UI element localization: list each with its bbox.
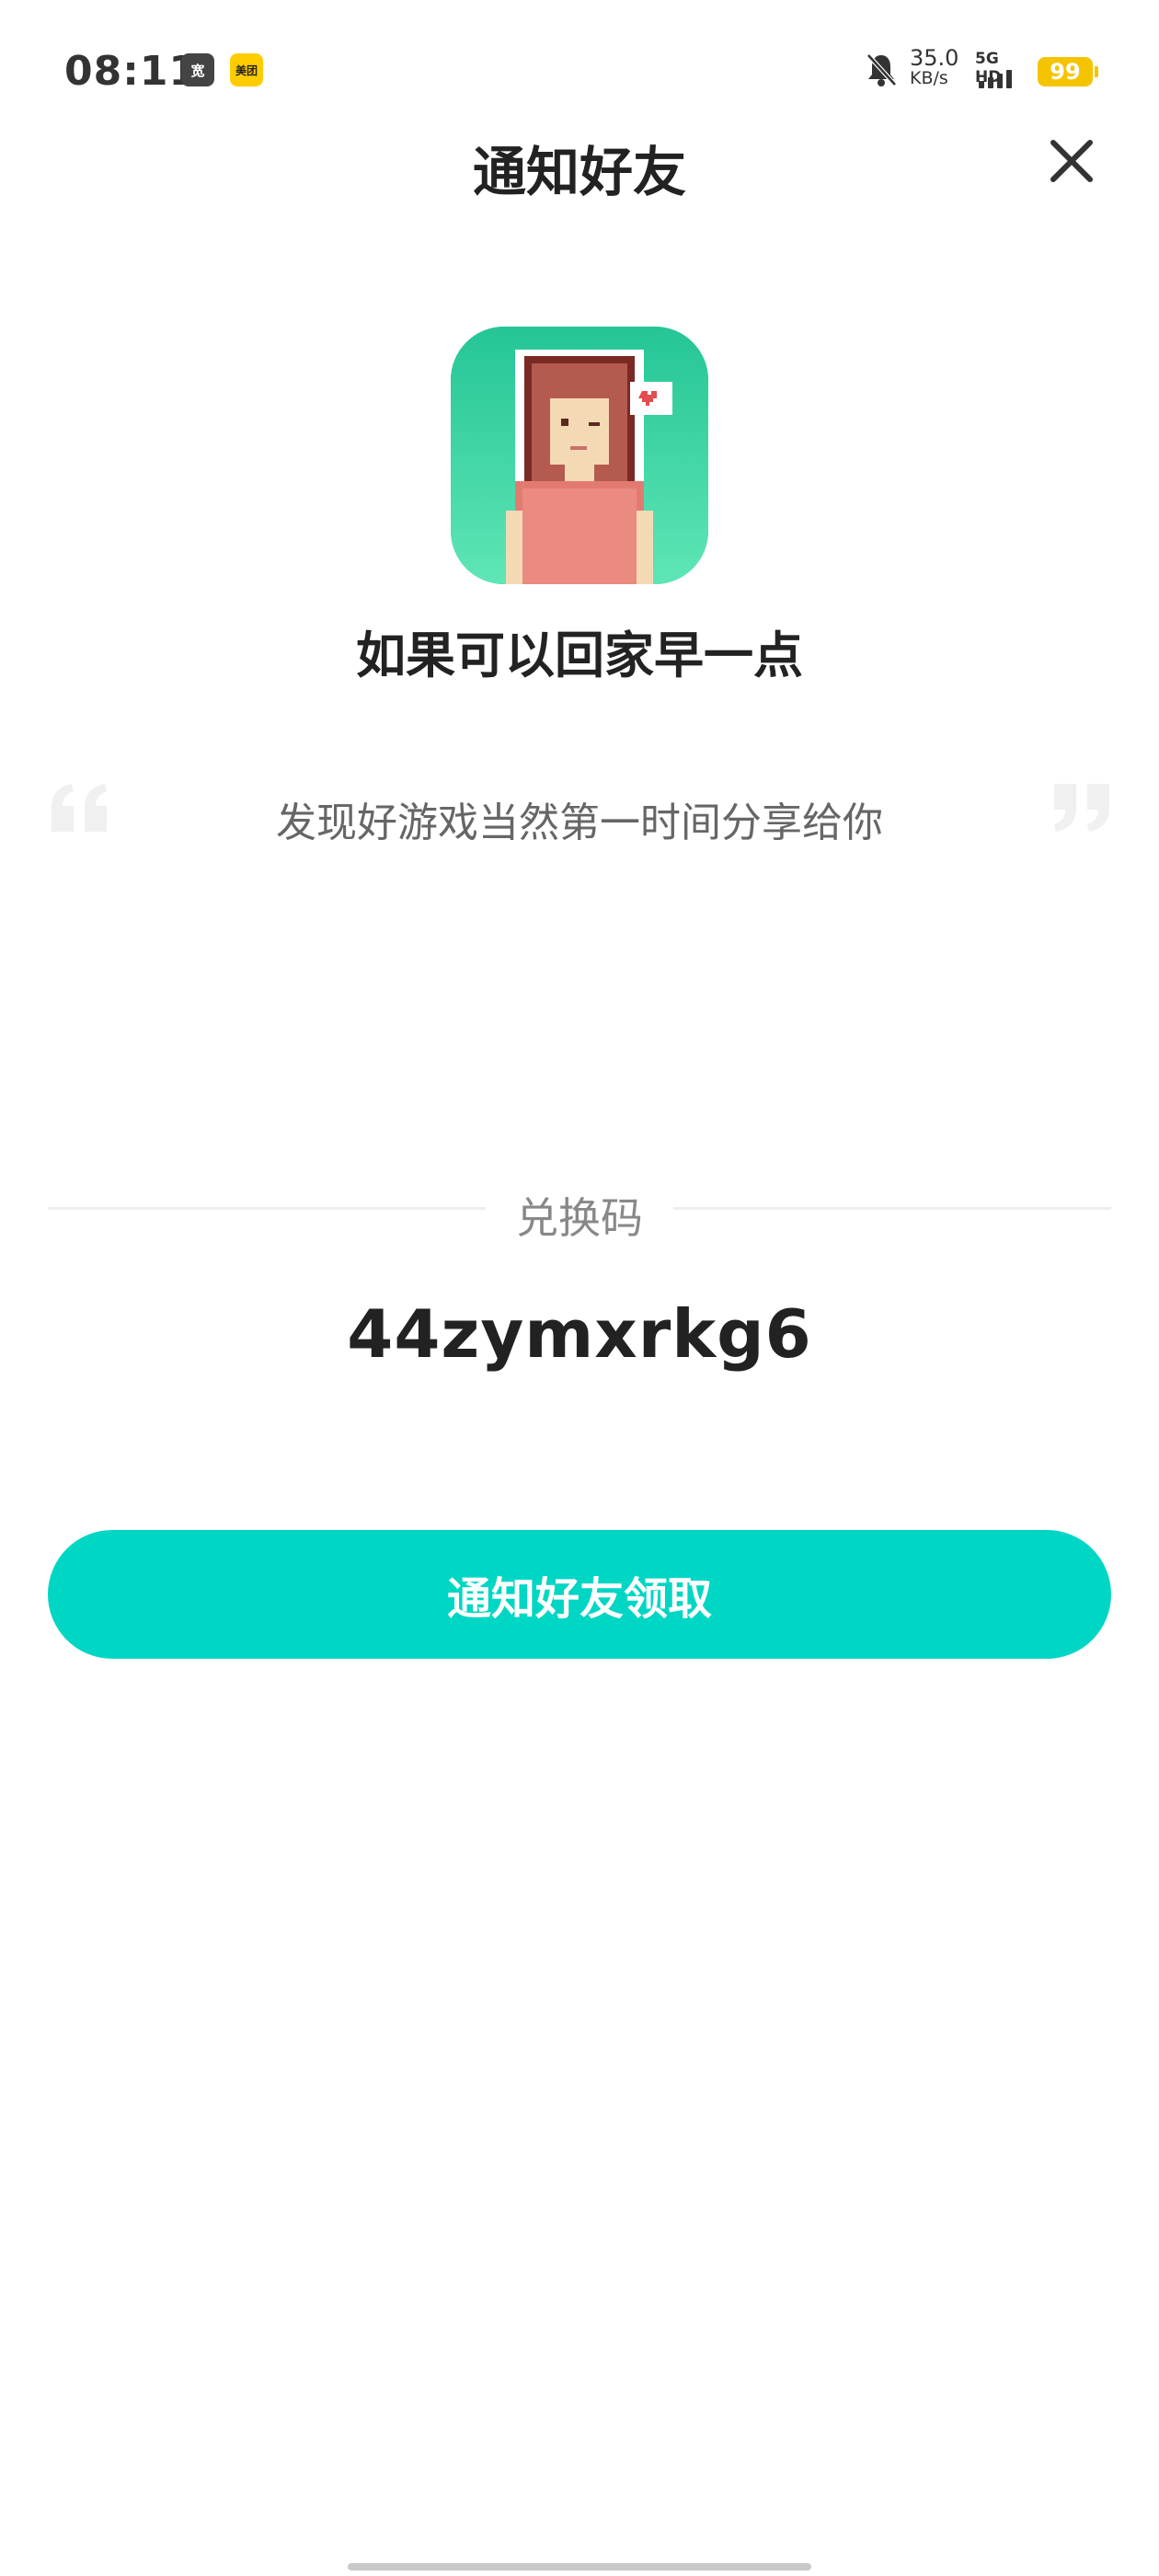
redeem-code-label: 兑换码 xyxy=(516,1193,643,1243)
battery-icon: 99 xyxy=(1038,57,1098,86)
status-bar: 08:11 宽 美团 35.0 KB/s 5G HD 99 xyxy=(0,0,1159,138)
meituan-notification-icon: 美团 xyxy=(230,53,263,86)
game-name: 如果可以回家早一点 xyxy=(356,627,803,684)
redeem-code-value[interactable]: 44zymxrkg6 xyxy=(0,1295,1159,1373)
divider xyxy=(673,1207,1111,1210)
network-speed: 35.0 KB/s xyxy=(910,45,959,88)
game-pixel-art-icon xyxy=(451,327,708,584)
bell-muted-icon xyxy=(866,53,897,86)
close-icon[interactable] xyxy=(1044,133,1099,189)
share-message: 发现好游戏当然第一时间分享给你 xyxy=(276,799,883,846)
quote-close-icon xyxy=(1054,784,1109,832)
notify-friend-button[interactable]: 通知好友领取 xyxy=(48,1530,1111,1659)
status-time: 08:11 xyxy=(64,48,199,95)
app-notification-icon: 宽 xyxy=(181,53,214,86)
page-title: 通知好友 xyxy=(472,141,686,203)
signal-icon: 5G HD xyxy=(973,50,1030,88)
home-indicator[interactable] xyxy=(348,2563,811,2570)
